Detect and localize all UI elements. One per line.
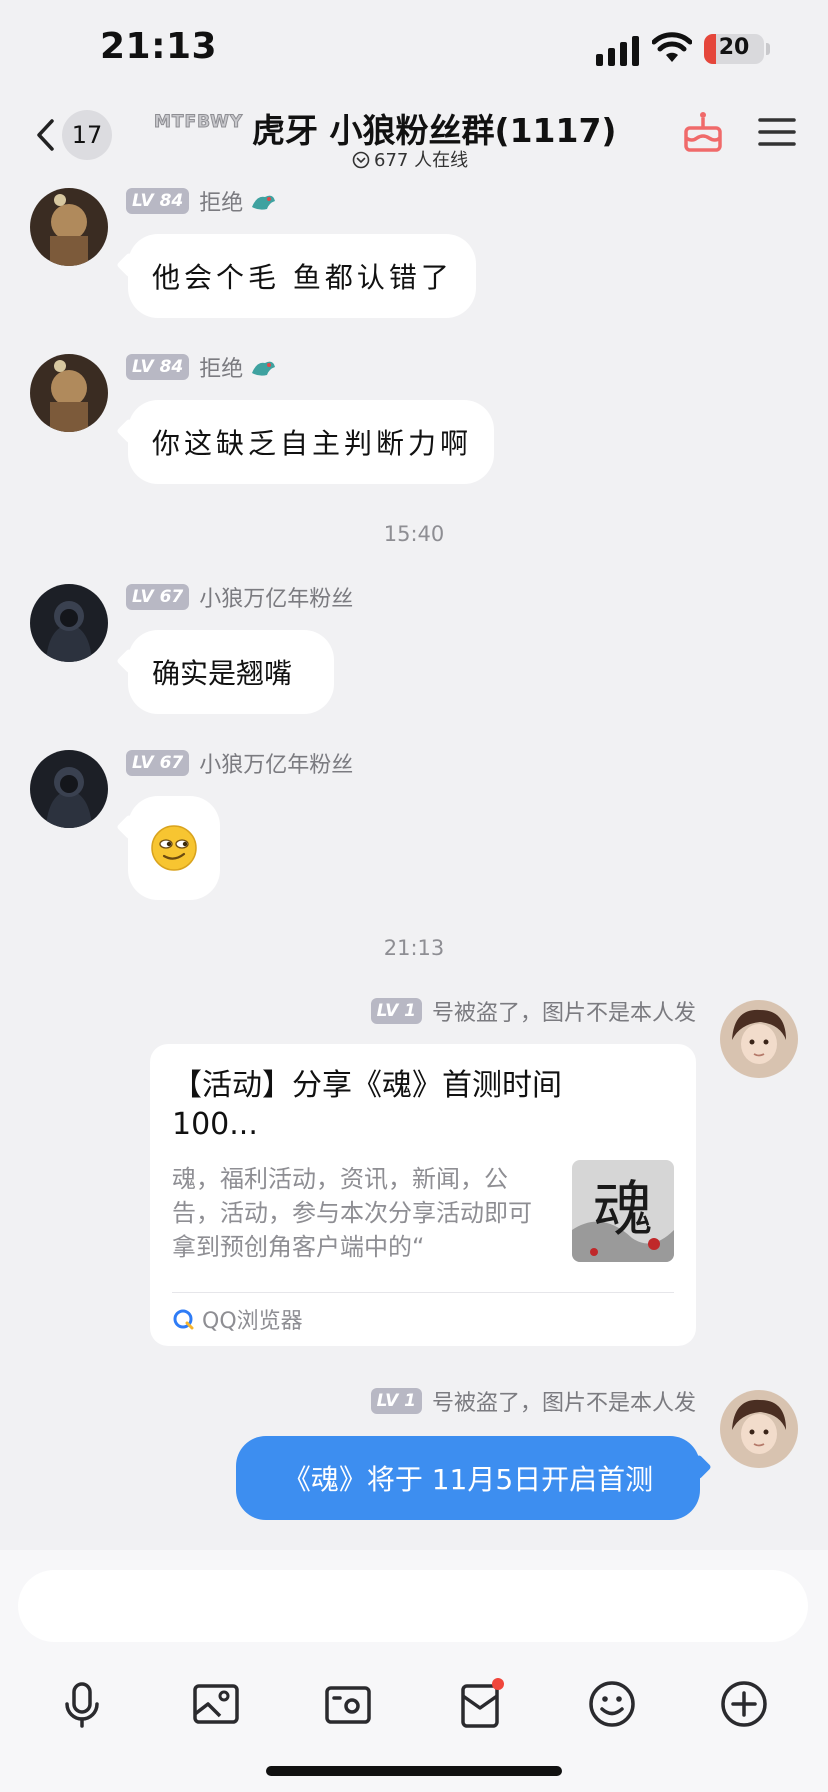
- camera-button[interactable]: [322, 1678, 374, 1730]
- time-divider: 15:40: [383, 522, 445, 546]
- level-badge: LV 1: [370, 1388, 422, 1414]
- sender-name[interactable]: 小狼万亿年粉丝: [199, 747, 353, 779]
- chat-header: 17 MTFBWY 虎牙 小狼粉丝群(1117) 677 人在线: [0, 96, 828, 178]
- cake-icon[interactable]: [682, 110, 724, 154]
- time-divider: 21:13: [383, 936, 445, 960]
- sender-name[interactable]: 号被盗了，图片不是本人发: [432, 1385, 696, 1417]
- avatar-self[interactable]: [720, 1000, 798, 1078]
- camera-icon: [325, 1686, 371, 1724]
- sender-name[interactable]: 拒绝: [199, 185, 243, 217]
- unread-count-badge: 17: [62, 110, 112, 160]
- thumbnail-calligraphy: 魂: [593, 1175, 653, 1245]
- back-button[interactable]: 17: [30, 108, 116, 160]
- dragon-badge-icon: [252, 195, 276, 210]
- microphone-icon: [65, 1682, 99, 1728]
- battery-indicator: 20: [704, 34, 764, 64]
- cellular-signal-icon: [596, 36, 639, 66]
- red-packet-icon: [461, 1678, 504, 1728]
- red-packet-button[interactable]: [454, 1678, 506, 1730]
- share-card-source: QQ浏览器: [172, 1302, 303, 1336]
- share-card-divider: [172, 1292, 674, 1293]
- dragon-badge-icon: [252, 361, 276, 376]
- input-area: [0, 1550, 828, 1792]
- battery-tip: [766, 43, 770, 55]
- message-input[interactable]: [18, 1570, 808, 1642]
- wifi-icon: [652, 32, 692, 62]
- photo-button[interactable]: [190, 1678, 242, 1730]
- share-card-thumbnail: 魂: [572, 1160, 674, 1262]
- message-meta: LV 1 号被盗了，图片不是本人发: [370, 995, 696, 1027]
- level-badge: LV 1: [370, 998, 422, 1024]
- home-indicator: [266, 1766, 562, 1776]
- level-badge: LV 84: [126, 354, 190, 380]
- smirk-emoji-icon: [151, 825, 197, 871]
- level-badge: LV 84: [126, 188, 190, 214]
- message-meta: LV 67 小狼万亿年粉丝: [126, 748, 353, 778]
- avatar-cat[interactable]: [30, 354, 108, 432]
- chevron-left-icon: [37, 119, 54, 151]
- emoji-message-bubble[interactable]: [128, 796, 220, 900]
- voice-button[interactable]: [56, 1678, 108, 1730]
- emoji-icon: [589, 1681, 635, 1727]
- avatar-hooded[interactable]: [30, 750, 108, 828]
- source-label: QQ浏览器: [202, 1309, 303, 1334]
- plus-icon: [721, 1681, 767, 1727]
- message-meta: LV 84 拒绝: [126, 186, 277, 216]
- qq-browser-icon: [173, 1309, 194, 1330]
- group-title-badge: MTFBWY: [154, 112, 244, 133]
- message-bubble[interactable]: 他会个毛 鱼都认错了: [128, 234, 476, 318]
- chevron-down-circle-icon: [352, 151, 370, 169]
- message-meta: LV 84 拒绝: [126, 352, 277, 382]
- sender-name[interactable]: 拒绝: [199, 351, 243, 383]
- menu-icon[interactable]: [758, 116, 796, 148]
- online-status[interactable]: 677 人在线: [352, 146, 468, 172]
- message-meta: LV 1 号被盗了，图片不是本人发: [370, 1385, 696, 1417]
- group-title[interactable]: 虎牙 小狼粉丝群(1117): [252, 104, 617, 152]
- message-bubble[interactable]: 确实是翘嘴: [128, 630, 334, 714]
- avatar-cat[interactable]: [30, 188, 108, 266]
- status-time: 21:13: [100, 26, 218, 67]
- own-message-bubble[interactable]: 《魂》将于 11月5日开启首测: [236, 1436, 700, 1520]
- online-count: 677 人在线: [374, 150, 469, 171]
- share-card-description: 魂，福利活动，资讯，新闻，公告，活动，参与本次分享活动即可拿到预创角客户端中的“: [172, 1165, 532, 1261]
- status-bar: 21:13 20: [0, 0, 828, 96]
- more-button[interactable]: [718, 1678, 770, 1730]
- message-bubble[interactable]: 你这缺乏自主判断力啊: [128, 400, 494, 484]
- battery-percentage: 20: [718, 35, 750, 60]
- message-meta: LV 67 小狼万亿年粉丝: [126, 582, 353, 612]
- share-card[interactable]: 【活动】分享《魂》首测时间100... 魂，福利活动，资讯，新闻，公告，活动，参…: [150, 1044, 696, 1346]
- avatar-self[interactable]: [720, 1390, 798, 1468]
- image-icon: [193, 1684, 239, 1724]
- emoji-button[interactable]: [586, 1678, 638, 1730]
- avatar-hooded[interactable]: [30, 584, 108, 662]
- message-list[interactable]: LV 84 拒绝 他会个毛 鱼都认错了 LV 84 拒绝 你这缺乏自主判断力啊 …: [0, 178, 828, 1550]
- share-card-title: 【活动】分享《魂》首测时间100...: [172, 1068, 562, 1142]
- sender-name[interactable]: 号被盗了，图片不是本人发: [432, 995, 696, 1027]
- sender-name[interactable]: 小狼万亿年粉丝: [199, 581, 353, 613]
- level-badge: LV 67: [126, 584, 190, 610]
- level-badge: LV 67: [126, 750, 190, 776]
